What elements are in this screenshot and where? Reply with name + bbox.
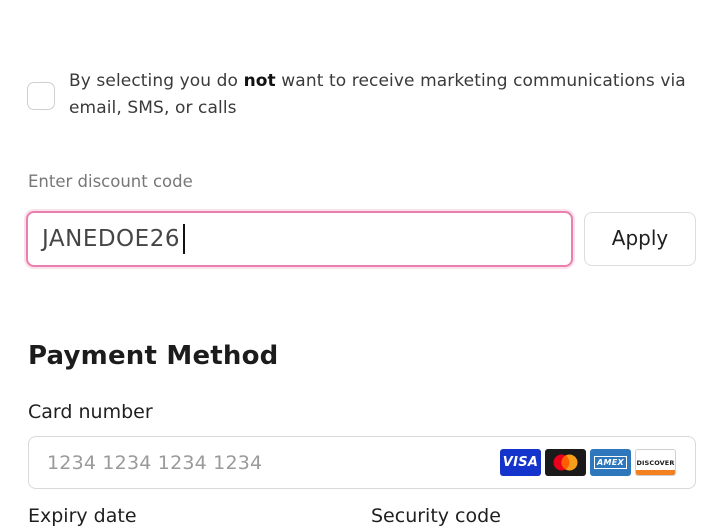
checkout-page: By selecting you do not want to receive … <box>0 0 728 527</box>
card-number-placeholder: 1234 1234 1234 1234 <box>47 451 263 474</box>
marketing-optout-checkbox[interactable] <box>27 82 55 110</box>
card-brand-icons: VISA AMEX DISCOVER <box>500 449 676 476</box>
text-caret <box>182 224 185 254</box>
amex-icon: AMEX <box>590 449 631 476</box>
discount-code-input[interactable]: JANEDOE26 <box>26 211 573 267</box>
marketing-optout-emphasis: not <box>243 71 276 91</box>
card-number-label: Card number <box>28 401 153 423</box>
discover-icon: DISCOVER <box>635 449 676 476</box>
card-number-input[interactable]: 1234 1234 1234 1234 VISA AMEX DISCOVER <box>28 436 696 489</box>
marketing-optout-label: By selecting you do not want to receive … <box>69 71 686 118</box>
visa-icon: VISA <box>500 449 541 476</box>
apply-discount-button[interactable]: Apply <box>584 212 696 266</box>
discount-code-value: JANEDOE26 <box>42 226 180 252</box>
payment-method-title: Payment Method <box>28 341 279 371</box>
marketing-optout: By selecting you do not want to receive … <box>27 68 697 122</box>
mastercard-icon <box>545 449 586 476</box>
discount-code-label: Enter discount code <box>28 172 193 191</box>
